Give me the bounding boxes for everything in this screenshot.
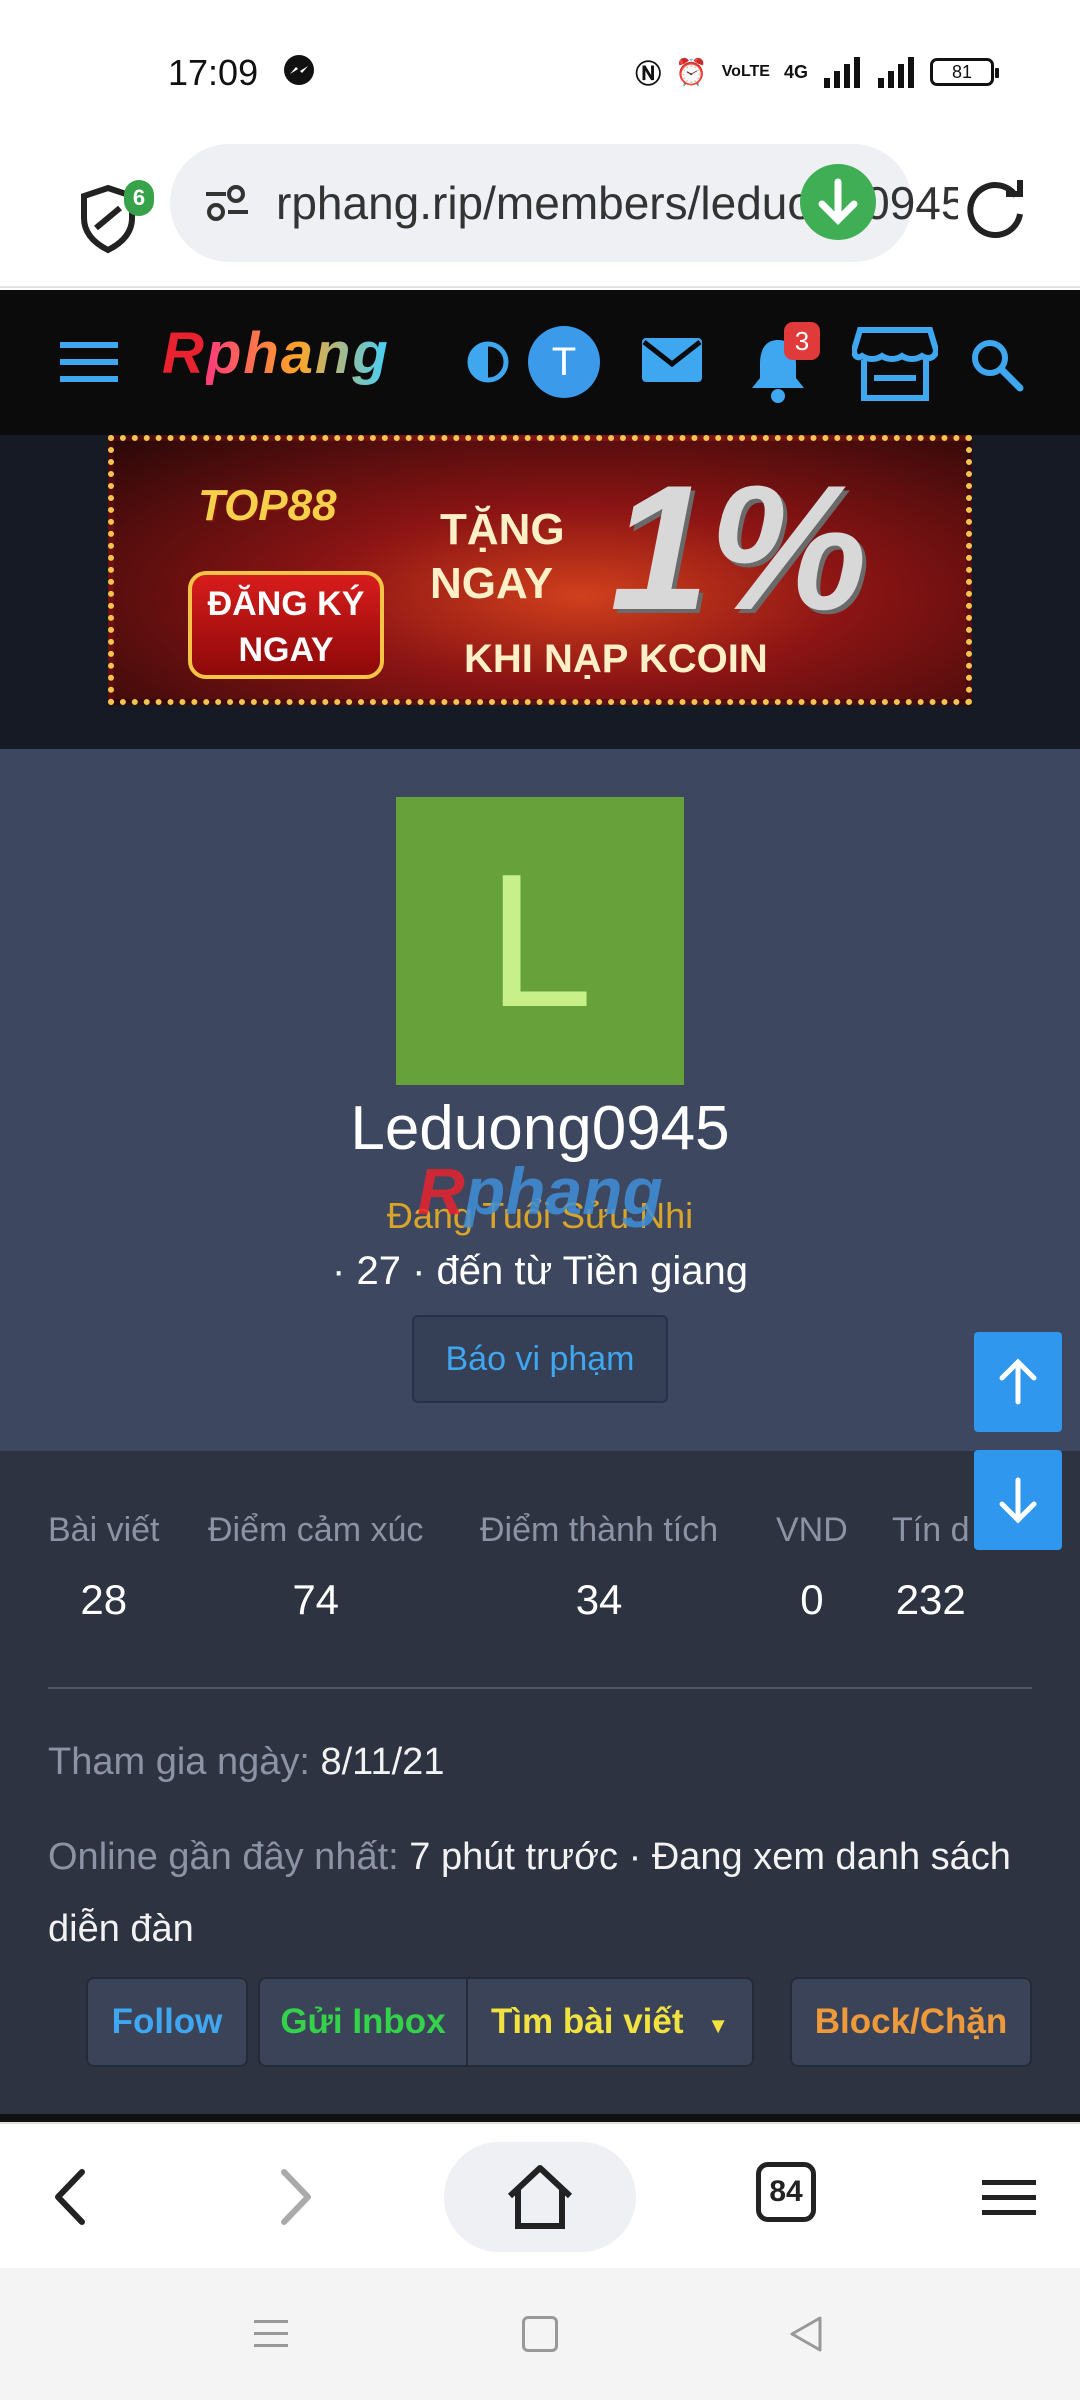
- status-time: 17:09: [168, 52, 259, 93]
- download-button[interactable]: [800, 164, 876, 240]
- last-online: Online gần đây nhất: 7 phút trước · Đang…: [48, 1821, 1038, 1965]
- joined-value: 8/11/21: [320, 1741, 445, 1783]
- notifications-button[interactable]: 3: [748, 320, 824, 404]
- reload-icon[interactable]: [962, 174, 1028, 240]
- profile-body: Bài viết 28 Điểm cảm xúc 74 Điểm thành t…: [0, 1451, 1080, 2118]
- arrow-down-icon: [999, 1477, 1037, 1524]
- user-meta: · 27 · đến từ Tiền giang: [332, 1249, 748, 1293]
- caret-down-icon: ▼: [707, 2013, 730, 2038]
- notification-badge: 3: [784, 322, 820, 360]
- stat-credit[interactable]: Tín d 232: [892, 1511, 969, 1624]
- logo-letter: R: [162, 321, 206, 386]
- stat-value: 232: [895, 1576, 966, 1623]
- arrow-up-icon: [999, 1358, 1037, 1405]
- scroll-top-button[interactable]: [974, 1332, 1062, 1432]
- logo-text: phang: [205, 321, 390, 386]
- home-button[interactable]: [444, 2142, 636, 2252]
- address-field[interactable]: rphang.rip/members/leduong0945: [170, 144, 958, 262]
- ad-area: TOP88 ĐĂNG KÝ NGAY TẶNG NGAY 1% KHI NẠP …: [0, 435, 1080, 749]
- report-button[interactable]: Báo vi phạm: [412, 1315, 668, 1403]
- site-watermark: Rphang: [0, 1153, 1080, 1229]
- stat-value: 28: [80, 1576, 128, 1623]
- site-header: Rphang T 3: [0, 290, 1080, 435]
- stat-reactions[interactable]: Điểm cảm xúc 74: [208, 1511, 423, 1624]
- stat-vnd[interactable]: VND 0: [776, 1511, 848, 1624]
- signal-icon-2: [878, 57, 914, 88]
- find-posts-label: Tìm bài viết: [490, 2002, 684, 2041]
- hamburger-menu-icon[interactable]: [56, 334, 124, 390]
- search-icon[interactable]: [966, 334, 1026, 394]
- battery-icon: 81: [930, 58, 999, 86]
- theme-toggle-icon[interactable]: [466, 340, 510, 384]
- stat-label: Bài viết: [48, 1511, 160, 1549]
- ad-register-line2: NGAY: [238, 631, 334, 669]
- system-back-icon[interactable]: [786, 2314, 826, 2354]
- block-button[interactable]: Block/Chặn: [790, 1977, 1032, 2067]
- back-icon[interactable]: [46, 2164, 96, 2230]
- browser-bottom-nav: 84: [0, 2122, 1080, 2268]
- shield-badge: 6: [124, 180, 154, 216]
- follow-button[interactable]: Follow: [86, 1977, 248, 2067]
- system-home-icon[interactable]: [522, 2316, 558, 2352]
- stat-trophy-points[interactable]: Điểm thành tích 34: [480, 1511, 718, 1624]
- ad-register-button[interactable]: ĐĂNG KÝ NGAY: [188, 571, 384, 679]
- mail-icon[interactable]: [640, 334, 704, 386]
- stat-label: Điểm cảm xúc: [208, 1511, 424, 1549]
- forward-icon[interactable]: [270, 2164, 320, 2230]
- battery-level: 81: [951, 62, 973, 82]
- alarm-icon: ⏰: [675, 56, 708, 87]
- site-logo[interactable]: Rphang: [162, 320, 390, 387]
- online-label: Online gần đây nhất:: [48, 1836, 399, 1878]
- home-icon: [507, 2165, 573, 2229]
- watermark-text: phang: [464, 1154, 663, 1228]
- status-icons: Ⓝ ⏰ VoLTE 4G 81: [635, 52, 999, 92]
- ad-line2: NGAY: [430, 559, 554, 608]
- stats-divider: [48, 1687, 1032, 1689]
- stat-label: Điểm thành tích: [480, 1511, 719, 1549]
- browser-menu-icon[interactable]: [980, 2176, 1038, 2220]
- ad-line3: KHI NẠP KCOIN: [464, 637, 768, 681]
- status-bar: 17:09 Ⓝ ⏰ VoLTE 4G 81: [0, 0, 1080, 140]
- stat-value: 34: [575, 1576, 623, 1623]
- store-icon[interactable]: [852, 326, 938, 402]
- browser-url-bar: 6 rphang.rip/members/leduong0945: [0, 140, 1080, 288]
- bottom-strip: [0, 2114, 1080, 2122]
- scroll-bottom-button[interactable]: [974, 1450, 1062, 1550]
- profile-header: L Leduong0945 Đang Tuổi Sửu Nhi Rphang ·…: [0, 749, 1080, 1451]
- send-inbox-button[interactable]: Gửi Inbox: [258, 1977, 468, 2067]
- user-avatar[interactable]: T: [528, 326, 600, 398]
- signal-icon: [824, 57, 860, 88]
- stat-label: Tín d: [892, 1511, 970, 1549]
- joined-date: Tham gia ngày: 8/11/21: [48, 1741, 444, 1784]
- stat-value: 74: [292, 1576, 340, 1623]
- ad-percent: 1%: [610, 448, 868, 647]
- nfc-icon: Ⓝ: [635, 58, 662, 89]
- site-settings-icon[interactable]: [204, 182, 250, 224]
- profile-avatar[interactable]: L: [396, 797, 684, 1085]
- privacy-shield-button[interactable]: 6: [80, 170, 154, 254]
- watermark-letter: R: [417, 1154, 465, 1228]
- ad-line1: TẶNG: [440, 505, 565, 554]
- messenger-icon: [284, 55, 314, 85]
- find-posts-button[interactable]: Tìm bài viết ▼: [466, 1977, 754, 2067]
- volte-icon: VoLTE: [721, 63, 770, 80]
- joined-label: Tham gia ngày:: [48, 1741, 310, 1783]
- stat-label: VND: [776, 1511, 848, 1549]
- network-type: 4G: [783, 61, 808, 82]
- arrow-down-icon: [818, 178, 858, 225]
- recent-apps-icon[interactable]: [252, 2316, 290, 2352]
- ad-banner[interactable]: TOP88 ĐĂNG KÝ NGAY TẶNG NGAY 1% KHI NẠP …: [108, 435, 972, 705]
- system-nav-bar: [0, 2268, 1080, 2400]
- ad-register-line1: ĐĂNG KÝ: [207, 585, 365, 623]
- ad-brand: TOP88: [198, 481, 337, 530]
- stat-value: 0: [800, 1576, 824, 1623]
- tabs-button[interactable]: 84: [756, 2162, 816, 2222]
- stat-posts[interactable]: Bài viết 28: [48, 1511, 160, 1624]
